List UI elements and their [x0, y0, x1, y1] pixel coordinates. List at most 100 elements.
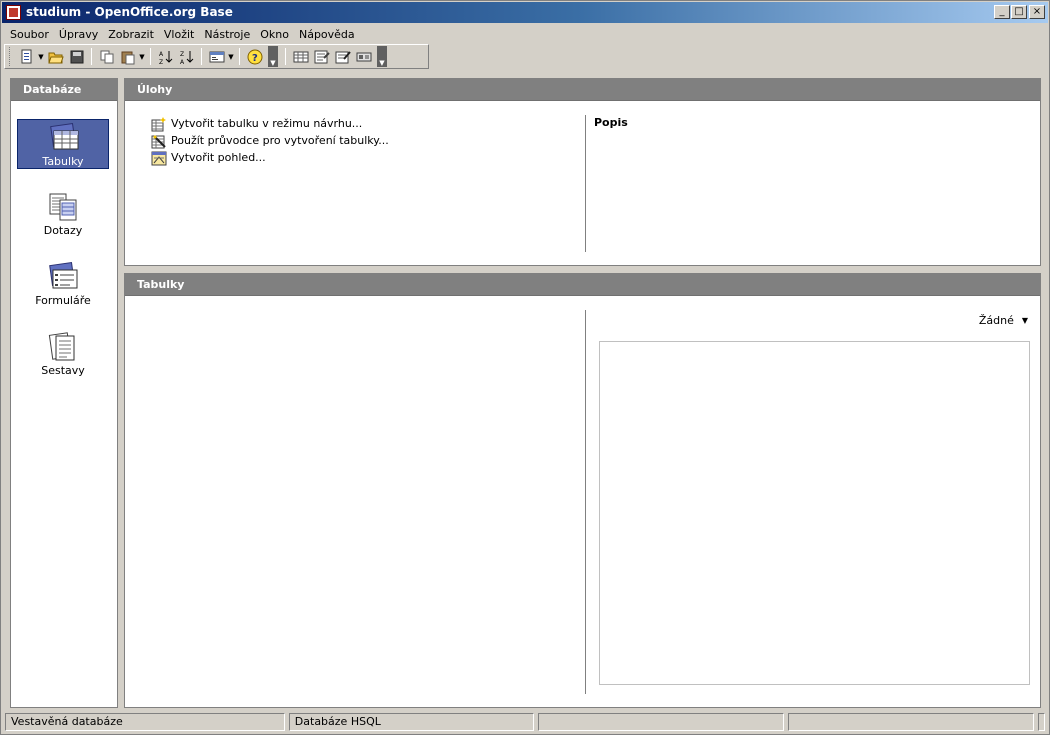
task-label: Vytvořit tabulku v režimu návrhu...: [171, 117, 363, 130]
form-button[interactable]: [206, 46, 227, 67]
tables-icon: [50, 123, 79, 150]
toolbar-separator: [201, 48, 202, 65]
paste-button[interactable]: [117, 46, 138, 67]
tables-panel: Tabulky Žádné ▼: [124, 273, 1041, 708]
toolbar-separator: [91, 48, 92, 65]
db-item-label: Tabulky: [42, 155, 84, 168]
form-dropdown[interactable]: ▼: [227, 46, 235, 67]
wizard-icon: [151, 135, 166, 148]
forms-icon: [49, 262, 78, 289]
table-button[interactable]: [290, 46, 311, 67]
query-button[interactable]: [311, 46, 332, 67]
toolbar-separator: [150, 48, 151, 65]
menu-okno[interactable]: Okno: [255, 28, 294, 41]
task-create-view[interactable]: Vytvořit pohled...: [151, 149, 389, 166]
help-button[interactable]: ?: [244, 46, 265, 67]
toolbar-separator: [285, 48, 286, 65]
preview-area: [599, 341, 1030, 685]
sort-descending-icon: ZA: [180, 50, 193, 65]
save-button[interactable]: [66, 46, 87, 67]
design-table-icon: [151, 116, 166, 131]
report-button[interactable]: [353, 46, 374, 67]
form-icon: [209, 51, 224, 62]
svg-text:Z: Z: [159, 59, 163, 65]
new-document-dropdown[interactable]: ▼: [37, 46, 45, 67]
tables-divider: [585, 310, 586, 694]
preview-mode-dropdown[interactable]: Žádné ▼: [979, 314, 1028, 327]
chevron-down-icon: ▼: [1021, 316, 1028, 325]
sort-ascending-button[interactable]: AZ: [155, 46, 176, 67]
new-document-icon: [21, 49, 31, 63]
window-title: studium - OpenOffice.org Base: [26, 5, 233, 19]
status-cell-empty: [537, 713, 784, 731]
status-cell-empty: [1038, 713, 1045, 731]
task-create-table-design[interactable]: Vytvořit tabulku v režimu návrhu...: [151, 115, 389, 132]
tasks-divider: [585, 115, 586, 252]
toolbar-overflow-chevron[interactable]: ▼: [377, 46, 387, 67]
reports-icon: [48, 332, 75, 361]
task-label: Použít průvodce pro vytvoření tabulky...: [171, 134, 389, 147]
form-edit-icon: [335, 50, 351, 63]
db-item-tables[interactable]: Tabulky: [17, 119, 109, 169]
view-icon: [151, 151, 167, 165]
toolbar-separator: [239, 48, 240, 65]
status-database-type: Vestavěná databáze: [5, 713, 285, 731]
db-item-reports[interactable]: Sestavy: [17, 329, 109, 379]
svg-text:?: ?: [252, 53, 258, 64]
toolbar-grip[interactable]: [9, 47, 12, 66]
preview-mode-value: Žádné: [978, 314, 1014, 327]
minimize-button[interactable]: _: [994, 5, 1010, 19]
app-icon[interactable]: [6, 5, 21, 20]
copy-icon: [100, 50, 113, 63]
paste-dropdown[interactable]: ▼: [138, 46, 146, 67]
window-controls: _ □ ×: [993, 5, 1045, 20]
open-folder-icon: [47, 52, 64, 63]
maximize-button[interactable]: □: [1011, 5, 1027, 19]
menu-bar: Soubor Úpravy Zobrazit Vložit Nástroje O…: [2, 24, 1048, 44]
copy-button[interactable]: [96, 46, 117, 67]
report-icon: [356, 52, 371, 61]
db-item-label: Formuláře: [35, 294, 91, 307]
task-list: Vytvořit tabulku v režimu návrhu... Použ…: [151, 115, 389, 166]
status-bar: Vestavěná databáze Databáze HSQL: [5, 713, 1045, 731]
paste-icon: [121, 51, 134, 64]
svg-text:A: A: [180, 59, 185, 65]
sort-descending-button[interactable]: ZA: [176, 46, 197, 67]
menu-zobrazit[interactable]: Zobrazit: [103, 28, 159, 41]
description-label: Popis: [594, 116, 628, 129]
db-item-forms[interactable]: Formuláře: [17, 259, 109, 309]
database-panel: Databáze Tabulky Dotazy Formuláře Sestav…: [10, 78, 118, 708]
status-database-engine: Databáze HSQL: [288, 713, 534, 731]
menu-napoveda[interactable]: Nápověda: [294, 28, 360, 41]
svg-text:Z: Z: [180, 51, 184, 58]
menu-upravy[interactable]: Úpravy: [54, 28, 103, 41]
task-label: Vytvořit pohled...: [171, 151, 266, 164]
standard-toolbar: ▼ ▼ AZ ZA ▼ ? ▼ ▼: [4, 44, 429, 69]
menu-nastroje[interactable]: Nástroje: [199, 28, 255, 41]
tasks-panel: Úlohy Vytvořit tabulku v režimu návrhu..…: [124, 78, 1041, 266]
tasks-panel-header: Úlohy: [125, 79, 1040, 101]
form-edit-button[interactable]: [332, 46, 353, 67]
close-button[interactable]: ×: [1029, 5, 1045, 19]
menu-vlozit[interactable]: Vložit: [159, 28, 199, 41]
db-item-queries[interactable]: Dotazy: [17, 189, 109, 239]
db-item-label: Dotazy: [43, 224, 83, 237]
toolbar-overflow-chevron[interactable]: ▼: [268, 46, 278, 67]
tables-panel-header: Tabulky: [125, 274, 1040, 296]
queries-icon: [49, 193, 77, 221]
application-window: studium - OpenOffice.org Base _ □ × Soub…: [0, 0, 1050, 735]
db-item-label: Sestavy: [41, 364, 85, 377]
open-button[interactable]: [45, 46, 66, 67]
sort-ascending-icon: AZ: [159, 50, 172, 65]
table-icon: [293, 51, 308, 62]
title-bar[interactable]: studium - OpenOffice.org Base _ □ ×: [2, 2, 1048, 23]
query-icon: [314, 50, 330, 63]
svg-text:A: A: [159, 51, 164, 58]
new-document-button[interactable]: [16, 46, 37, 67]
status-cell-empty: [787, 713, 1034, 731]
database-panel-header: Databáze: [11, 79, 117, 101]
save-icon: [70, 50, 83, 63]
help-icon: ?: [247, 49, 262, 64]
menu-soubor[interactable]: Soubor: [5, 28, 54, 41]
task-table-wizard[interactable]: Použít průvodce pro vytvoření tabulky...: [151, 132, 389, 149]
